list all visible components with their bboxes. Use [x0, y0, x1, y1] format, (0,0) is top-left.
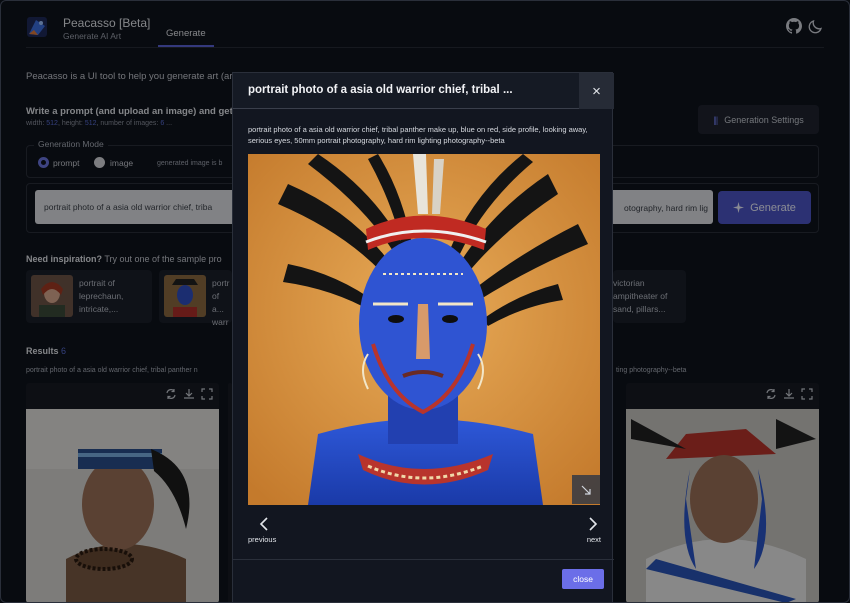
next-button[interactable]: next: [571, 517, 601, 547]
resize-icon: [581, 485, 591, 495]
image-modal: portrait photo of a asia old warrior chi…: [232, 72, 614, 603]
modal-close-button[interactable]: ×: [579, 73, 614, 109]
modal-prompt: portrait photo of a asia old warrior chi…: [248, 125, 588, 145]
modal-image[interactable]: [248, 154, 600, 505]
modal-header: portrait photo of a asia old warrior chi…: [233, 73, 614, 109]
app-root: Peacasso [Beta] Generate AI Art Generate…: [0, 0, 850, 603]
previous-label: previous: [248, 535, 277, 544]
close-button[interactable]: close: [562, 569, 604, 589]
next-label: next: [586, 535, 601, 544]
fullscreen-button[interactable]: [572, 475, 600, 504]
chevron-right-icon: [589, 517, 598, 531]
previous-button[interactable]: previous: [248, 517, 288, 547]
modal-title: portrait photo of a asia old warrior chi…: [248, 84, 513, 96]
close-icon: ×: [592, 82, 601, 100]
modal-footer: [233, 559, 614, 603]
chevron-left-icon: [259, 517, 268, 531]
